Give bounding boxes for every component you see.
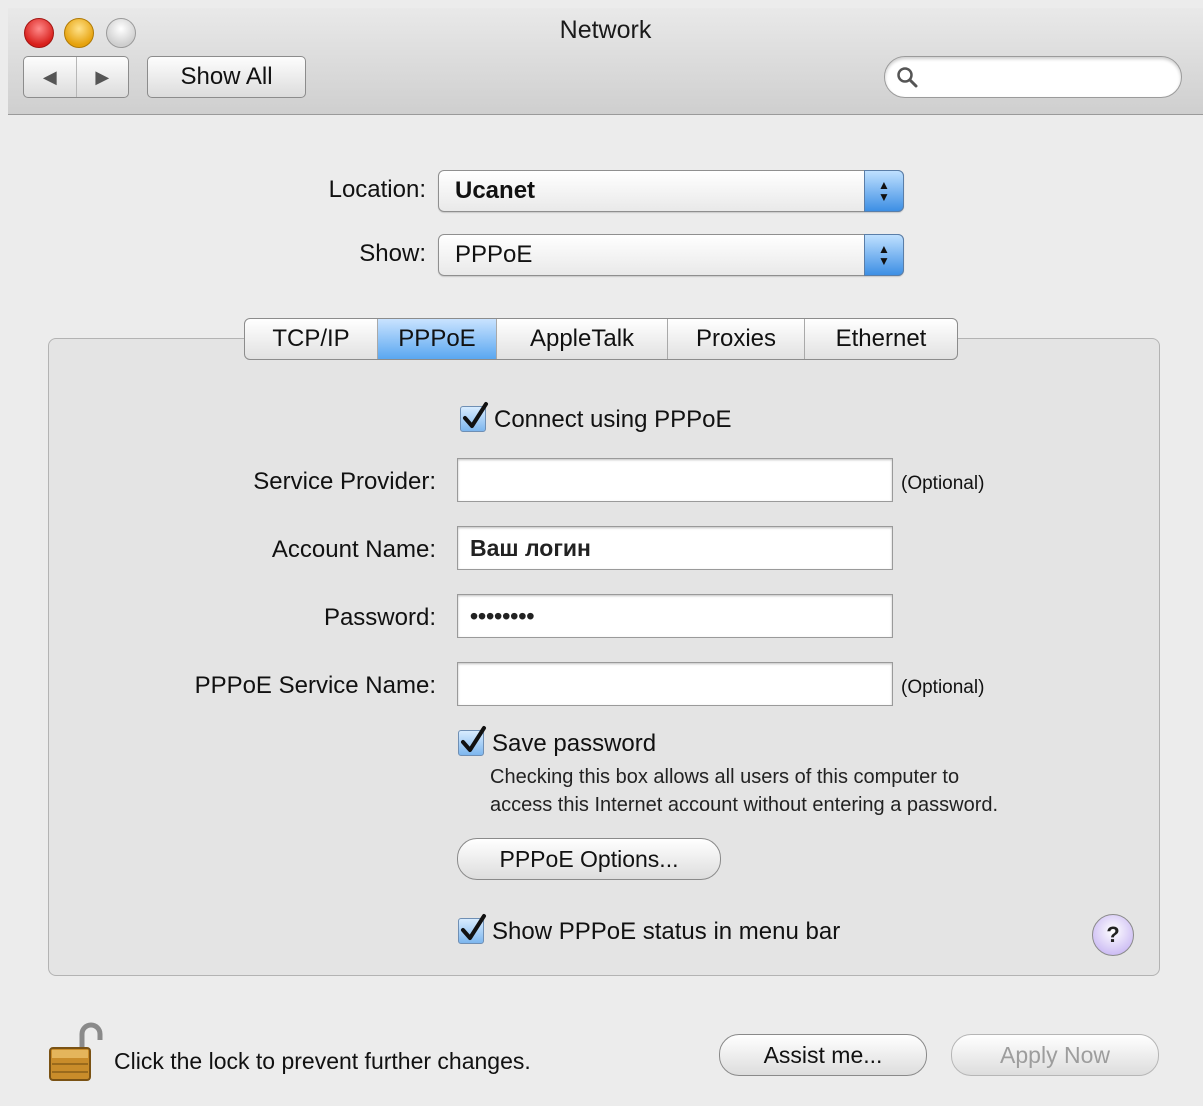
lock-message: Click the lock to prevent further change… xyxy=(114,1048,531,1074)
tab-appletalk[interactable]: AppleTalk xyxy=(496,319,667,359)
show-label: Show: xyxy=(359,240,426,267)
show-value: PPPoE xyxy=(455,241,533,268)
show-all-button[interactable]: Show All xyxy=(147,56,306,98)
tab-ethernet[interactable]: Ethernet xyxy=(804,319,957,359)
checkmark-icon xyxy=(461,726,486,752)
password-input[interactable] xyxy=(458,595,892,637)
network-preferences-window: Network ◀ ▶ Show All Location: Ucanet ▲ ▼… xyxy=(8,8,1203,1106)
location-value: Ucanet xyxy=(455,177,536,204)
back-forward-control: ◀ ▶ xyxy=(23,56,129,98)
password-label: Password: xyxy=(323,604,436,631)
save-password-checkbox[interactable] xyxy=(458,726,486,756)
save-password-note-line-2: access this Internet account without ent… xyxy=(490,794,999,816)
tab-bar: TCP/IP PPPoE AppleTalk Proxies Ethernet xyxy=(244,318,958,360)
service-provider-optional-hint: (Optional) xyxy=(901,473,985,494)
title-bar: Network ◀ ▶ Show All xyxy=(8,8,1203,115)
search-icon xyxy=(897,67,918,88)
pppoe-service-name-optional-hint: (Optional) xyxy=(901,677,985,698)
checkmark-icon xyxy=(463,402,488,428)
tab-proxies[interactable]: Proxies xyxy=(667,319,804,359)
window-title: Network xyxy=(559,16,652,44)
checkmark-icon xyxy=(461,914,486,940)
help-icon: ? xyxy=(1106,922,1120,947)
account-name-label: Account Name: xyxy=(271,536,436,563)
search-field[interactable] xyxy=(884,56,1182,98)
pppoe-service-name-field[interactable] xyxy=(457,662,893,706)
service-provider-field[interactable] xyxy=(457,458,893,502)
service-provider-input[interactable] xyxy=(458,459,892,501)
pppoe-service-name-input[interactable] xyxy=(458,663,892,705)
tab-pppoe[interactable]: PPPoE xyxy=(377,319,496,359)
save-password-note-line-1: Checking this box allows all users of th… xyxy=(490,766,960,788)
account-name-field[interactable] xyxy=(457,526,893,570)
pppoe-service-name-label: PPPoE Service Name: xyxy=(194,672,436,699)
save-password-label: Save password xyxy=(492,730,657,757)
pppoe-options-button[interactable]: PPPoE Options... xyxy=(457,838,721,880)
show-status-label: Show PPPoE status in menu bar xyxy=(492,918,841,945)
connect-pppoe-checkbox[interactable] xyxy=(460,402,488,432)
show-popup[interactable]: PPPoE ▲ ▼ xyxy=(438,234,904,276)
location-label: Location: xyxy=(328,176,426,203)
apply-now-button: Apply Now xyxy=(951,1034,1159,1076)
service-provider-label: Service Provider: xyxy=(253,468,436,495)
popup-arrows-icon: ▲ ▼ xyxy=(864,170,904,212)
unlocked-padlock-icon[interactable] xyxy=(48,1022,104,1084)
tab-tcp-ip[interactable]: TCP/IP xyxy=(245,319,377,359)
show-status-checkbox[interactable] xyxy=(458,914,486,944)
back-arrow-icon[interactable]: ◀ xyxy=(24,57,76,97)
connect-pppoe-label: Connect using PPPoE xyxy=(494,406,732,433)
password-field[interactable] xyxy=(457,594,893,638)
location-popup[interactable]: Ucanet ▲ ▼ xyxy=(438,170,904,212)
assist-me-button[interactable]: Assist me... xyxy=(719,1034,927,1076)
help-button[interactable]: ? xyxy=(1092,914,1134,956)
popup-arrows-icon: ▲ ▼ xyxy=(864,234,904,276)
search-input[interactable] xyxy=(925,63,1169,91)
forward-arrow-icon[interactable]: ▶ xyxy=(75,57,129,97)
account-name-input[interactable] xyxy=(458,527,892,569)
